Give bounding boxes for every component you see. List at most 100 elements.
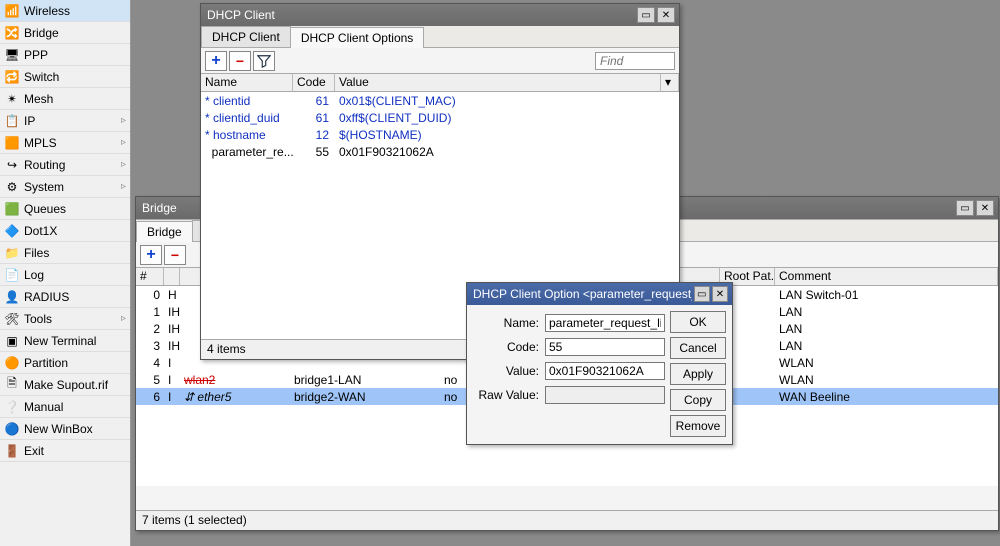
sidebar-item-routing[interactable]: ↪Routing▹ (0, 154, 130, 176)
sidebar-item-label: RADIUS (24, 290, 69, 304)
sidebar-item-partition[interactable]: 🟠Partition (0, 352, 130, 374)
sidebar-item-label: Make Supout.rif (24, 378, 108, 392)
table-row[interactable]: * clientid610x01$(CLIENT_MAC) (201, 92, 679, 109)
col-dropdown[interactable]: ▾ (661, 74, 679, 91)
remove-button[interactable]: − (164, 245, 186, 265)
sidebar-item-label: Log (24, 268, 44, 282)
tab-dhcp-client[interactable]: DHCP Client (201, 26, 291, 47)
close-button[interactable]: ✕ (976, 200, 994, 216)
submenu-arrow-icon: ▹ (121, 137, 126, 148)
sidebar-icon: 🟩 (4, 201, 20, 217)
sidebar-icon: 🔵 (4, 421, 20, 437)
sidebar-icon: ✴ (4, 91, 20, 107)
sidebar-item-label: Partition (24, 356, 68, 370)
sidebar-item-label: Dot1X (24, 224, 57, 238)
tab-bridge[interactable]: Bridge (136, 221, 193, 242)
sidebar-item-label: System (24, 180, 64, 194)
code-input[interactable] (545, 338, 665, 356)
dhcp-titlebar[interactable]: DHCP Client ▭ ✕ (201, 4, 679, 26)
name-input[interactable] (545, 314, 665, 332)
sidebar-item-ip[interactable]: 📋IP▹ (0, 110, 130, 132)
sidebar-icon: ⚙ (4, 179, 20, 195)
sidebar-icon: ❔ (4, 399, 20, 415)
sidebar-icon: 🗎 (4, 377, 20, 393)
dhcp-tabs: DHCP Client DHCP Client Options (201, 26, 679, 48)
find-input[interactable] (595, 52, 675, 70)
ok-button[interactable]: OK (670, 311, 726, 333)
sidebar-item-switch[interactable]: 🔁 Switch (0, 66, 130, 88)
table-row[interactable]: * clientid_duid610xff$(CLIENT_DUID) (201, 109, 679, 126)
col-value[interactable]: Value (335, 74, 661, 91)
sidebar-item-label: Wireless (24, 4, 70, 18)
close-button[interactable]: ✕ (657, 7, 675, 23)
dhcp-grid-header: Name Code Value ▾ (201, 74, 679, 92)
sidebar-item-mpls[interactable]: 🟧MPLS▹ (0, 132, 130, 154)
sidebar-item-queues[interactable]: 🟩Queues (0, 198, 130, 220)
sidebar-icon: 🚪 (4, 443, 20, 459)
raw-value-input (545, 386, 665, 404)
sidebar-item-ppp[interactable]: 🖥PPP (0, 44, 130, 66)
sidebar-item-label: Tools (24, 312, 52, 326)
code-label: Code: (473, 335, 543, 359)
table-row[interactable]: * hostname12$(HOSTNAME) (201, 126, 679, 143)
submenu-arrow-icon: ▹ (121, 313, 126, 324)
table-row[interactable]: parameter_re...550x01F90321062A (201, 143, 679, 160)
sidebar-item-label: New Terminal (24, 334, 96, 348)
sidebar-item-label: Switch (24, 70, 59, 84)
cancel-button[interactable]: Cancel (670, 337, 726, 359)
option-titlebar[interactable]: DHCP Client Option <parameter_request_li… (467, 283, 732, 305)
col-flag[interactable] (164, 268, 180, 285)
remove-button[interactable]: Remove (670, 415, 726, 437)
value-input[interactable] (545, 362, 665, 380)
minimize-button[interactable]: ▭ (694, 286, 710, 302)
sidebar-item-tools[interactable]: 🛠 Tools ▹ (0, 308, 130, 330)
sidebar-icon: 📁 (4, 245, 20, 261)
sidebar-item-new-terminal[interactable]: ▣ New Terminal (0, 330, 130, 352)
apply-button[interactable]: Apply (670, 363, 726, 385)
sidebar-item-label: New WinBox (24, 422, 93, 436)
sidebar-item-bridge[interactable]: 🔀Bridge (0, 22, 130, 44)
col-number[interactable]: # (136, 268, 164, 285)
sidebar-icon: 🟧 (4, 135, 20, 151)
sidebar-item-new-winbox[interactable]: 🔵 New WinBox (0, 418, 130, 440)
sidebar-item-manual[interactable]: ❔ Manual (0, 396, 130, 418)
remove-button[interactable]: − (229, 51, 251, 71)
sidebar-icon: 🔁 (4, 69, 20, 85)
sidebar-item-exit[interactable]: 🚪 Exit (0, 440, 130, 462)
sidebar-item-label: Files (24, 246, 49, 260)
sidebar-icon: ▣ (4, 333, 20, 349)
sidebar-item-mesh[interactable]: ✴Mesh (0, 88, 130, 110)
sidebar-icon: 👤 (4, 289, 20, 305)
col-name[interactable]: Name (201, 74, 293, 91)
sidebar-item-label: Manual (24, 400, 63, 414)
add-button[interactable]: + (140, 245, 162, 265)
sidebar-item-wireless[interactable]: 📶Wireless (0, 0, 130, 22)
filter-button[interactable] (253, 51, 275, 71)
bridge-statusbar: 7 items (1 selected) (136, 510, 998, 530)
sidebar-item-files[interactable]: 📁 Files (0, 242, 130, 264)
sidebar-item-radius[interactable]: 👤 RADIUS (0, 286, 130, 308)
raw-value-label: Raw Value: (473, 383, 543, 407)
minimize-button[interactable]: ▭ (637, 7, 655, 23)
sidebar-item-label: IP (24, 114, 35, 128)
sidebar-icon: 🛠 (4, 311, 20, 327)
name-label: Name: (473, 311, 543, 335)
col-code[interactable]: Code (293, 74, 335, 91)
tab-dhcp-client-options[interactable]: DHCP Client Options (290, 27, 425, 48)
bridge-title: Bridge (142, 201, 177, 215)
sidebar-item-system[interactable]: ⚙ System ▹ (0, 176, 130, 198)
minimize-button[interactable]: ▭ (956, 200, 974, 216)
sidebar-item-label: PPP (24, 48, 48, 62)
submenu-arrow-icon: ▹ (121, 159, 126, 170)
sidebar-item-log[interactable]: 📄Log (0, 264, 130, 286)
sidebar-item-make-supout-rif[interactable]: 🗎 Make Supout.rif (0, 374, 130, 396)
copy-button[interactable]: Copy (670, 389, 726, 411)
submenu-arrow-icon: ▹ (121, 181, 126, 192)
sidebar-item-label: Bridge (24, 26, 59, 40)
close-button[interactable]: ✕ (712, 286, 728, 302)
sidebar-icon: ↪ (4, 157, 20, 173)
sidebar-item-label: Exit (24, 444, 44, 458)
col-comment[interactable]: Comment (775, 268, 998, 285)
sidebar-item-dot1x[interactable]: 🔷Dot1X (0, 220, 130, 242)
add-button[interactable]: + (205, 51, 227, 71)
